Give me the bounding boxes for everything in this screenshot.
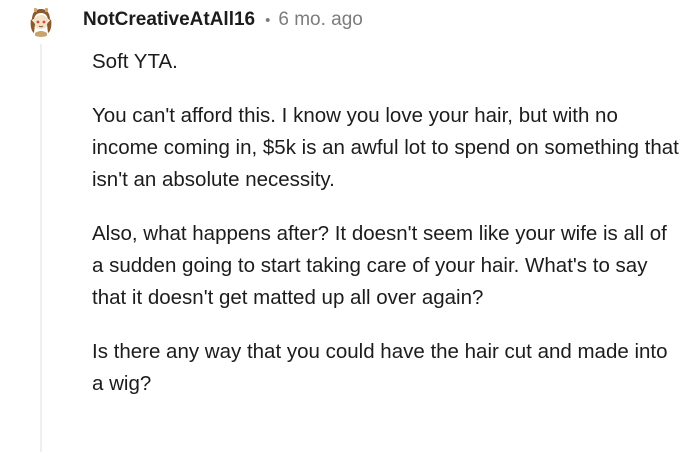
avatar[interactable] — [25, 5, 57, 37]
comment-paragraph: Soft YTA. — [92, 50, 178, 73]
comment-paragraph: You can't afford this. I know you love y… — [92, 104, 679, 191]
thread-line[interactable] — [40, 44, 42, 452]
meta-separator: • — [265, 11, 271, 29]
snoo-avatar-icon — [25, 5, 57, 37]
comment: NotCreativeAtAll16 • 6 mo. ago Soft YTA.… — [0, 0, 700, 452]
comment-paragraph: Is there any way that you could have the… — [92, 340, 668, 395]
comment-header: NotCreativeAtAll16 • 6 mo. ago — [83, 6, 363, 34]
comment-paragraph: Also, what happens after? It doesn't see… — [92, 222, 667, 309]
timestamp[interactable]: 6 mo. ago — [278, 9, 363, 31]
username-link[interactable]: NotCreativeAtAll16 — [83, 9, 255, 31]
comment-body: Soft YTA. You can't afford this. I know … — [92, 46, 682, 422]
